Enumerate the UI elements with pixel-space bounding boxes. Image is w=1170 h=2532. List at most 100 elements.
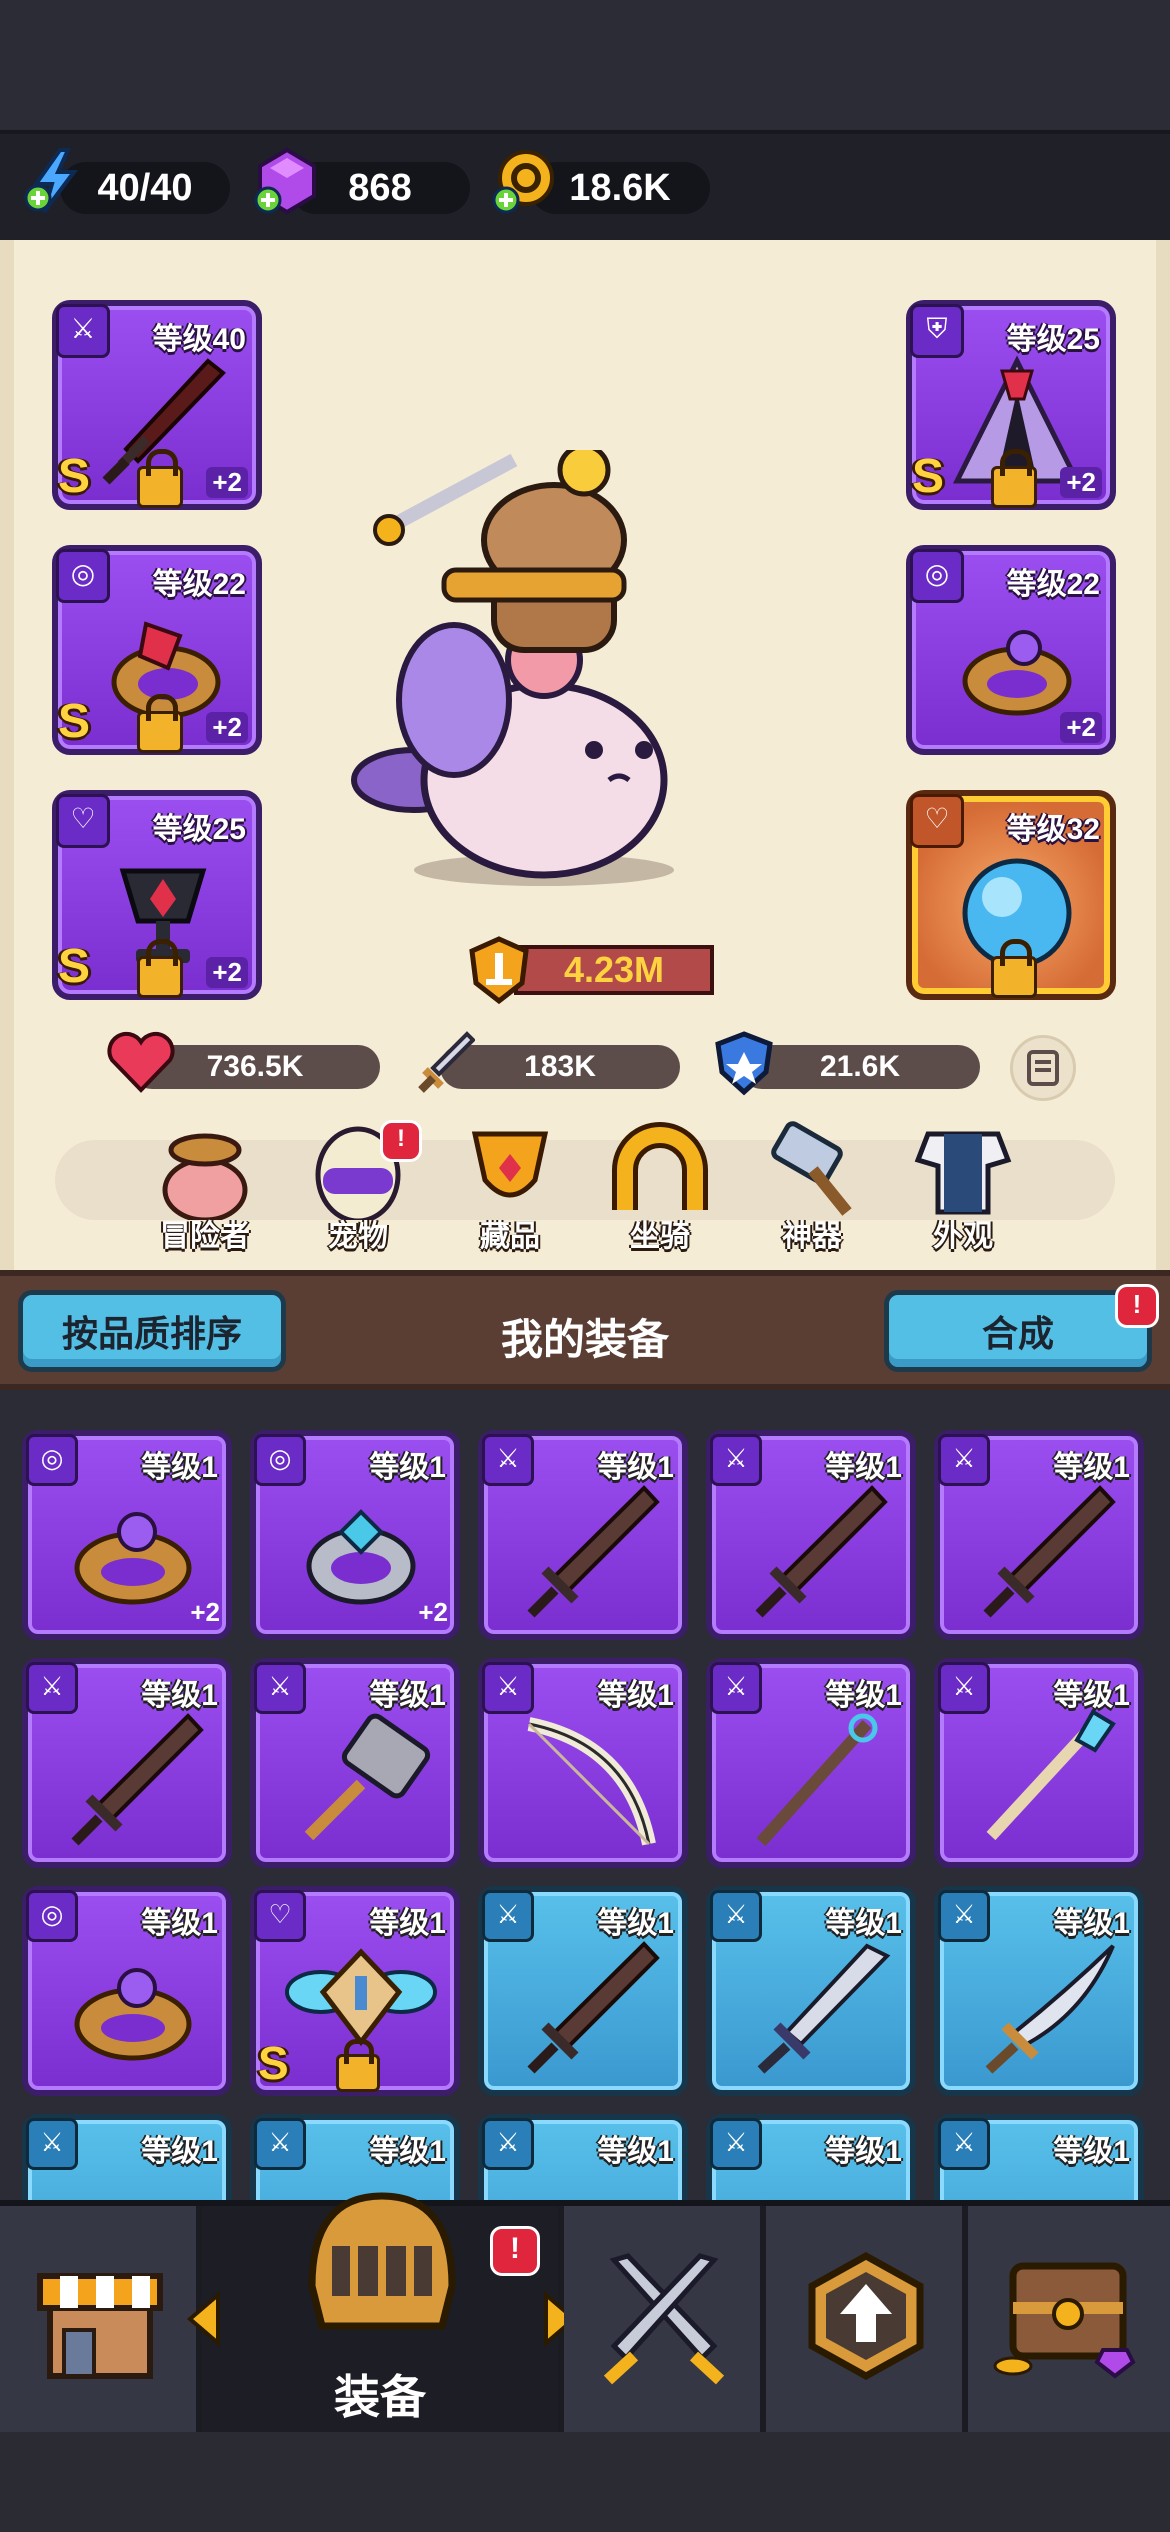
currency-bar: 40/40 868 18.6K <box>0 130 1170 248</box>
power-bar: 4.23M <box>514 945 714 995</box>
adventurer-icon <box>162 1133 248 1223</box>
tab-shop[interactable] <box>0 2206 202 2432</box>
plus-level: +2 <box>190 1597 220 1627</box>
equipment-grid: ◎ 等级1 +2 ◎ 等级1 +2 ⚔ 等级1 ⚔ 等级1 ⚔ 等级1 ⚔ 等级… <box>0 1390 1170 2200</box>
equipment-item-hammer[interactable]: ⚔ 等级1 <box>250 1658 460 1868</box>
sword-type-icon: ⚔ <box>938 2118 990 2170</box>
nav-label: 外观 <box>933 1220 993 1253</box>
status-area <box>0 0 1170 130</box>
trophy-icon <box>471 1131 549 1198</box>
merge-label: 合成 <box>981 1313 1054 1354</box>
staff-icon <box>756 1713 878 1847</box>
sword-type-icon: ⚔ <box>482 2118 534 2170</box>
sword-type-icon: ⚔ <box>710 2118 762 2170</box>
shop-icon <box>37 2273 163 2379</box>
item-level: 等级1 <box>141 2135 218 2168</box>
hammer-icon <box>304 1713 431 1841</box>
relic-slot[interactable]: ♡ 等级32 <box>906 790 1116 1000</box>
equipment-item-ring[interactable]: ◎ 等级1 +2 <box>22 1430 232 1640</box>
upgrade-icon <box>808 2251 924 2381</box>
sword-type-icon: ⚔ <box>56 304 110 358</box>
equipment-alert-badge: ! <box>490 2226 540 2276</box>
nav-label: 冒险者 <box>160 1220 250 1253</box>
attack-value: 183K <box>524 1050 596 1083</box>
sort-by-quality-button[interactable]: 按品质排序 <box>18 1290 286 1372</box>
equipment-item-wand[interactable]: ⚔ 等级1 <box>934 1658 1144 1868</box>
nav-pet[interactable]: 宠物 ! <box>298 1120 422 1255</box>
equipment-item-sword[interactable]: ⚔ 等级1 <box>478 1886 688 2096</box>
ring-slot[interactable]: ◎ 等级22 S +2 <box>52 545 262 755</box>
shield-icon <box>715 1031 773 1096</box>
wooden-sword-icon <box>527 1485 660 1618</box>
nav-artifact[interactable]: 神器 <box>752 1120 872 1255</box>
merge-button[interactable]: 合成 <box>884 1290 1152 1372</box>
equipment-item-sabre[interactable]: ⚔ 等级1 <box>934 1886 1144 2096</box>
wooden-sword-icon <box>527 1941 660 2074</box>
equipment-item-sword[interactable]: ⚔ 等级1 <box>22 1658 232 1868</box>
attack-stat: 183K <box>440 1045 680 1089</box>
nav-label: 坐骑 <box>630 1220 690 1253</box>
equipment-item-sword[interactable]: ⚔ 等级1 <box>934 1430 1144 1640</box>
equipment-item-bow[interactable]: ⚔ 等级1 <box>478 1658 688 1868</box>
equipment-header: 按品质排序 我的装备 合成 ! <box>0 1270 1170 1390</box>
lock-icon <box>137 694 183 753</box>
stats-detail-button[interactable] <box>1010 1035 1076 1101</box>
equipment-item-ring[interactable]: ◎ 等级1 +2 <box>250 1430 460 1640</box>
equipment-item-ring[interactable]: ◎ 等级1 <box>22 1886 232 2096</box>
hero-panel: ⚔ 等级40 S +2 ◎ 等级22 S +2 ♡ 等级25 S +2 ⛨ 等级… <box>0 240 1170 1270</box>
nav-mount[interactable]: 坐骑 <box>600 1120 720 1255</box>
silver-ring-icon <box>306 1509 416 1605</box>
grade-badge: S <box>258 2037 289 2089</box>
tab-equipment[interactable]: ! 装备 <box>186 2192 578 2432</box>
equipment-title: 我的装备 <box>500 1316 669 1363</box>
wooden-sword-icon <box>983 1485 1116 1618</box>
energy-plus-icon[interactable] <box>22 146 92 216</box>
equipment-item[interactable]: ⚔ 等级1 <box>934 2114 1144 2200</box>
nav-adventurer[interactable]: 冒险者 <box>145 1120 265 1255</box>
ring-icon <box>74 1512 192 1605</box>
item-level: 等级1 <box>1053 2135 1130 2168</box>
item-level: 等级1 <box>825 2135 902 2168</box>
tab-equipment-label: 装备 <box>334 2371 426 2423</box>
necklace-slot[interactable]: ♡ 等级25 S +2 <box>52 790 262 1000</box>
ring-type-icon: ◎ <box>56 549 110 603</box>
equipment-item-sword[interactable]: ⚔ 等级1 <box>478 1430 688 1640</box>
tab-upgrade[interactable] <box>766 2206 968 2432</box>
equipment-item-sword[interactable]: ⚔ 等级1 <box>706 1886 916 2096</box>
nav-label: 神器 <box>782 1220 842 1253</box>
grade-badge: S <box>58 450 91 503</box>
ring-icon <box>74 1968 192 2061</box>
equipment-item[interactable]: ⚔ 等级1 <box>478 2114 688 2200</box>
equipment-item[interactable]: ⚔ 等级1 <box>706 2114 916 2200</box>
equipment-item-staff[interactable]: ⚔ 等级1 <box>706 1658 916 1868</box>
outfit-icon <box>914 1131 1012 1215</box>
treasure-chest-icon <box>993 2262 1136 2379</box>
tab-battle[interactable] <box>564 2206 766 2432</box>
necklace-type-icon: ♡ <box>910 794 964 848</box>
equipment-item-amulet[interactable]: ♡ 等级1 S <box>250 1886 460 2096</box>
nav-appearance[interactable]: 外观 <box>903 1120 1023 1255</box>
sabre-icon <box>985 1944 1115 2074</box>
ring2-slot[interactable]: ◎ 等级22 +2 <box>906 545 1116 755</box>
tab-chest[interactable] <box>968 2206 1170 2432</box>
gem-value: 868 <box>348 166 412 209</box>
sword-type-icon: ⚔ <box>26 2118 78 2170</box>
lock-icon <box>991 939 1037 998</box>
gold-plus-icon[interactable] <box>490 146 560 216</box>
nav-label: 藏品 <box>480 1220 540 1253</box>
equipment-item[interactable]: ⚔ 等级1 <box>22 2114 232 2200</box>
hp-value: 736.5K <box>206 1050 304 1083</box>
weapon-slot[interactable]: ⚔ 等级40 S +2 <box>52 300 262 510</box>
lock-icon <box>336 2039 380 2092</box>
plus-level: +2 <box>206 712 248 743</box>
armor-slot[interactable]: ⛨ 等级25 S +2 <box>906 300 1116 510</box>
plus-level: +2 <box>206 467 248 498</box>
nav-collection[interactable]: 藏品 <box>450 1120 570 1255</box>
chevron-left-icon[interactable] <box>184 2291 224 2347</box>
helmet-icon <box>308 2192 456 2330</box>
gem-plus-icon[interactable] <box>252 146 322 216</box>
plus-level: +2 <box>206 957 248 988</box>
lock-icon <box>137 939 183 998</box>
pet-alert-badge: ! <box>380 1120 422 1162</box>
equipment-item-sword[interactable]: ⚔ 等级1 <box>706 1430 916 1640</box>
